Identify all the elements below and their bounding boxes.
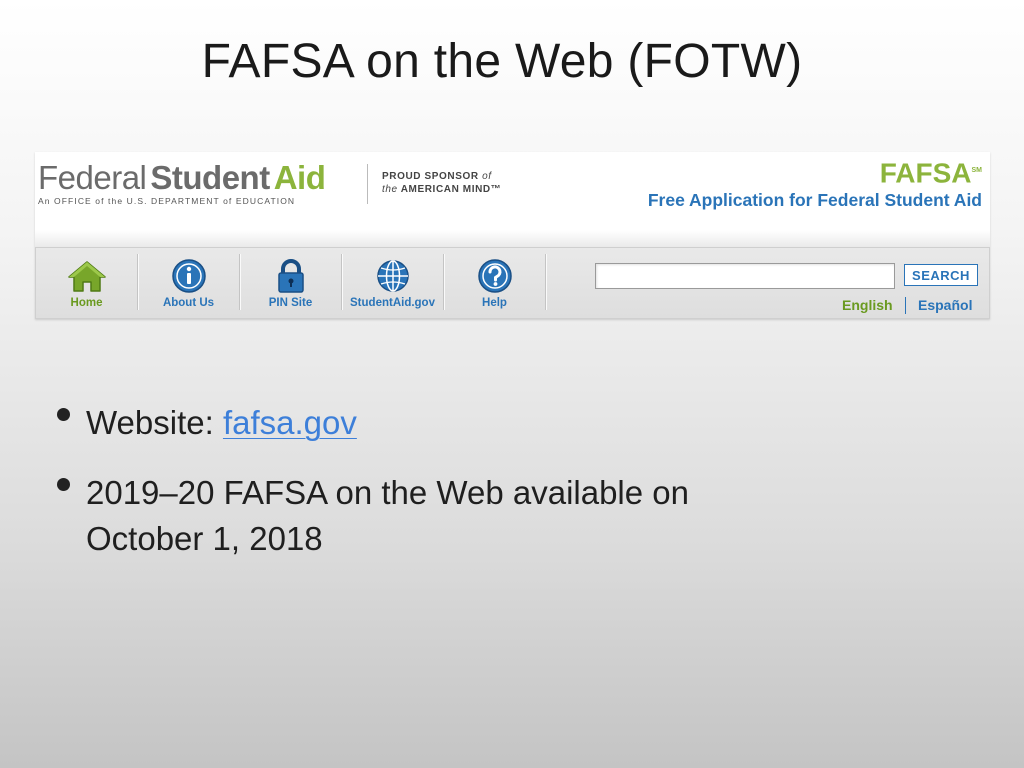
- logo-student: Student: [150, 159, 270, 196]
- sponsor-line1a: PROUD SPONSOR: [382, 171, 479, 182]
- proud-sponsor-text: PROUD SPONSOR of the AMERICAN MIND™: [382, 170, 501, 196]
- fafsa-gov-link[interactable]: fafsa.gov: [223, 404, 357, 441]
- nav-home-label: Home: [70, 297, 103, 309]
- search-input[interactable]: [595, 263, 895, 289]
- fafsa-subtitle: Free Application for Federal Student Aid: [647, 190, 982, 211]
- header-fade: [35, 230, 990, 247]
- bullet-dot: [57, 478, 70, 491]
- sponsor-line1b: of: [482, 171, 492, 182]
- logo-tagline: An OFFICE of the U.S. DEPARTMENT of EDUC…: [38, 196, 296, 206]
- nav-pin-label: PIN Site: [268, 297, 313, 309]
- bullet-website: Website: fafsa.gov: [55, 400, 955, 446]
- language-english-link[interactable]: English: [842, 297, 893, 313]
- info-icon: [171, 259, 206, 293]
- nav-home[interactable]: Home: [36, 248, 137, 318]
- availability-line-1: 2019–20 FAFSA on the Web available on: [86, 474, 689, 511]
- service-mark: SM: [971, 167, 983, 174]
- home-icon: [67, 261, 106, 292]
- logo-wordmark: Federal Student Aid: [38, 159, 326, 196]
- nav-studentaid-label: StudentAid.gov: [350, 297, 435, 309]
- bullet-list: Website: fafsa.gov 2019–20 FAFSA on the …: [55, 400, 955, 562]
- fafsa-wordmark: FAFSA: [879, 157, 972, 189]
- lock-icon: [277, 259, 304, 293]
- nav-about-us[interactable]: About Us: [138, 248, 239, 318]
- help-icon: [477, 259, 512, 293]
- logo-federal: Federal: [38, 159, 147, 196]
- bullet-availability: 2019–20 FAFSA on the Web available on Oc…: [55, 470, 955, 562]
- sponsor-line2a: the: [382, 184, 398, 195]
- language-spanish-link[interactable]: Español: [918, 297, 972, 313]
- slide-title: FAFSA on the Web (FOTW): [201, 35, 803, 88]
- nav-help-label: Help: [482, 297, 507, 309]
- fafsa-site-screenshot: Federal Student Aid An OFFICE of the U.S. …: [35, 152, 990, 319]
- globe-icon: [376, 260, 409, 292]
- sponsor-line2b: AMERICAN MIND™: [400, 184, 502, 195]
- nav-separator: [545, 254, 546, 310]
- language-separator: [905, 297, 906, 314]
- logo-aid: Aid: [273, 159, 326, 196]
- fafsa-brand[interactable]: FAFSASM Free Application for Federal Stu…: [648, 156, 982, 211]
- sponsor-divider: [367, 164, 368, 204]
- nav-help[interactable]: Help: [444, 248, 545, 318]
- nav-studentaid-gov[interactable]: StudentAid.gov: [342, 248, 443, 318]
- nav-pin-site[interactable]: PIN Site: [240, 248, 341, 318]
- site-navbar: Home About Us PIN Site StudentAid.gov He…: [35, 247, 990, 319]
- federal-student-aid-logo[interactable]: Federal Student Aid An OFFICE of the U.S. …: [38, 159, 326, 207]
- site-header: Federal Student Aid An OFFICE of the U.S. …: [35, 152, 990, 247]
- availability-line-2: October 1, 2018: [86, 520, 323, 557]
- bullet-dot: [57, 408, 70, 421]
- nav-about-label: About Us: [162, 297, 215, 309]
- website-label: Website:: [86, 404, 214, 441]
- search-button[interactable]: SEARCH: [904, 264, 978, 286]
